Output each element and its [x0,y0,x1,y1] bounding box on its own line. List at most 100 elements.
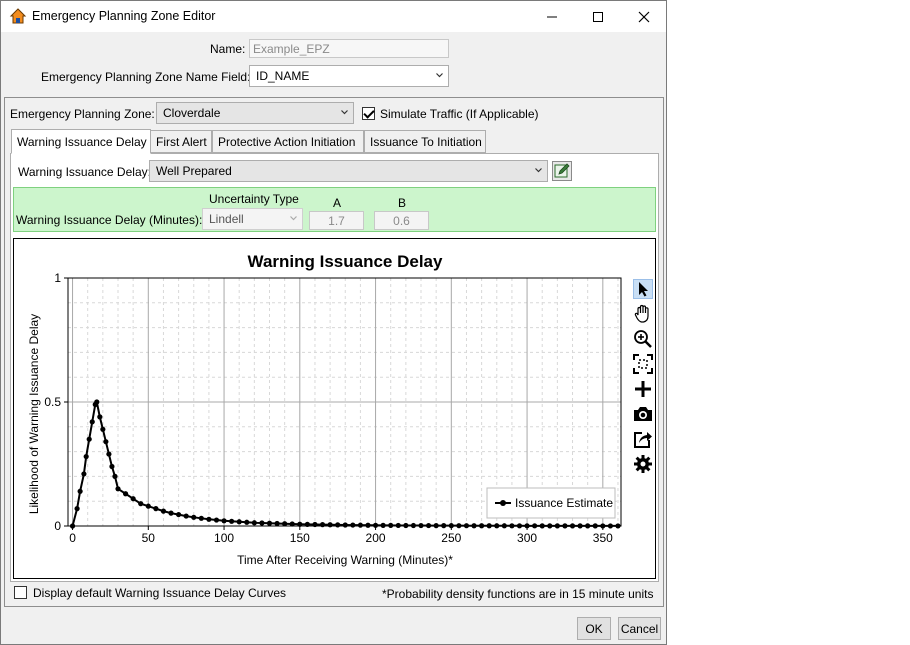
zoom-in-icon [634,330,652,348]
data-point [138,501,144,507]
x-tick-label: 50 [142,531,156,545]
data-point [479,523,485,529]
x-axis-label: Time After Receiving Warning (Minutes)* [237,553,453,567]
zone-select[interactable]: Cloverdale [156,102,354,124]
data-point [395,522,401,529]
data-point [342,522,348,528]
export-icon [634,432,652,448]
close-button[interactable] [621,1,667,32]
b-header: B [398,196,407,210]
settings-button[interactable] [633,454,653,474]
data-point [388,522,394,529]
delay-minutes-label: Warning Issuance Delay (Minutes): [16,213,203,227]
data-point [274,520,280,527]
chevron-down-icon [290,216,297,221]
legend-label: Issuance Estimate [515,496,613,510]
data-point [176,511,182,518]
data-point [282,521,288,527]
y-tick-label: 1 [54,271,61,285]
data-point [516,523,523,529]
data-point [532,523,538,529]
data-point [600,523,606,529]
data-point [335,522,341,528]
simulate-traffic-checkbox[interactable] [362,107,375,120]
data-point [145,503,151,509]
delay-value: Well Prepared [156,164,232,178]
cancel-button[interactable]: Cancel [618,617,661,640]
name-field-select[interactable]: ID_NAME [249,65,449,87]
edit-delay-button[interactable] [552,161,572,181]
snapshot-button[interactable] [633,404,653,424]
data-point [251,520,257,526]
zoom-fit-button[interactable] [633,354,653,374]
y-axis-label: Likelihood of Warning Issuance Delay [27,314,41,514]
data-point [494,523,500,529]
x-tick-label: 300 [517,531,537,545]
ok-button[interactable]: OK [577,617,611,640]
data-point [501,523,507,529]
data-point [524,523,530,529]
display-default-curves-checkbox[interactable] [14,586,27,599]
tab-first-alert[interactable]: First Alert [150,130,212,153]
chart-legend: Issuance Estimate [486,487,616,519]
x-tick-label: 0 [69,531,76,545]
data-point [380,522,386,528]
uncertainty-type-select[interactable]: Lindell [202,208,303,230]
data-point [327,522,333,528]
data-point [312,521,318,528]
x-tick-label: 350 [593,531,613,545]
data-point [365,522,371,528]
data-point [112,473,118,479]
data-point [403,522,409,529]
chevron-down-icon [436,73,443,78]
window-title: Emergency Planning Zone Editor [32,9,216,23]
data-point [109,463,115,470]
name-input[interactable]: Example_EPZ [249,39,449,58]
add-button[interactable] [633,379,653,399]
data-point [89,419,95,425]
maximize-button[interactable] [575,1,621,32]
a-header: A [333,196,342,210]
delay-label: Warning Issuance Delay: [18,165,151,179]
delay-chart[interactable]: Warning Issuance Delay 0 50 100 150 200 250 30… [14,239,655,578]
minimize-button[interactable] [529,1,575,32]
data-point [103,439,109,445]
data-point [244,519,250,525]
data-point [229,518,235,524]
uncertainty-type-value: Lindell [209,212,244,226]
export-button[interactable] [633,429,653,449]
data-point [297,521,303,527]
data-point [372,522,379,528]
data-point [266,520,273,526]
zoom-tool-button[interactable] [633,329,653,349]
delay-select[interactable]: Well Prepared [149,160,548,182]
title-bar: Emergency Planning Zone Editor [1,1,666,32]
a-input[interactable]: 1.7 [309,211,364,230]
data-point [130,496,136,502]
data-point [410,522,417,529]
chevron-down-icon [535,168,542,173]
x-tick-label: 150 [290,531,310,545]
data-point [418,522,424,529]
name-field-value: ID_NAME [256,69,310,83]
zone-value: Cloverdale [163,106,221,120]
tab-issuance-to-initiation[interactable]: Issuance To Initiation [364,130,486,153]
zone-label: Emergency Planning Zone: [10,107,155,121]
data-point [304,521,310,527]
tab-warning-issuance-delay[interactable]: Warning Issuance Delay [11,129,151,154]
data-point [554,523,560,529]
pan-tool-button[interactable] [633,304,653,324]
data-point [547,523,553,529]
tab-protective-action-initiation[interactable]: Protective Action Initiation [212,130,364,153]
chart-container: Warning Issuance Delay 0 50 100 150 200 250 30… [13,238,656,579]
epz-editor-window: Emergency Planning Zone Editor Name: Exa… [0,0,667,645]
data-point [86,436,92,442]
data-point [168,510,174,516]
data-point [160,508,167,514]
pointer-tool-button[interactable] [633,279,653,299]
b-input[interactable]: 0.6 [374,211,429,230]
data-point [100,426,106,432]
data-point [191,514,197,520]
display-default-curves-label: Display default Warning Issuance Delay C… [33,586,287,600]
data-point [607,523,613,529]
